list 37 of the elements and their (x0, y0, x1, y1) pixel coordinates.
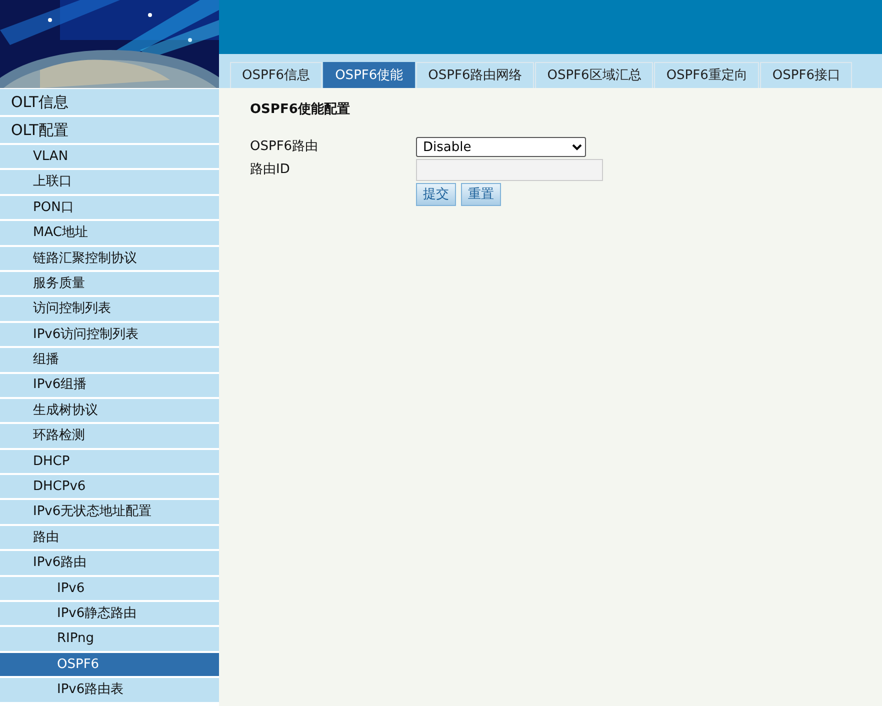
sidebar-item[interactable]: 生成树协议 (0, 398, 219, 422)
sidebar-item[interactable]: IPv6无状态地址配置 (0, 500, 219, 524)
select-field[interactable]: Disable (416, 137, 586, 157)
tab[interactable]: OSPF6区域汇总 (535, 62, 654, 88)
sidebar-item[interactable]: IPv6路由 (0, 551, 219, 575)
form-title: OSPF6使能配置 (250, 101, 351, 119)
tab[interactable]: OSPF6使能 (323, 62, 416, 88)
sidebar-item[interactable]: PON口 (0, 196, 219, 220)
sidebar-item[interactable]: OLT配置 (0, 117, 219, 143)
tab[interactable]: OSPF6路由网络 (416, 62, 534, 88)
sidebar-item[interactable]: MAC地址 (0, 221, 219, 245)
tab[interactable]: OSPF6信息 (230, 62, 322, 88)
sidebar-item[interactable]: OLT信息 (0, 89, 219, 115)
sidebar-item[interactable]: 环路检测 (0, 424, 219, 448)
sidebar-item[interactable]: 组播 (0, 348, 219, 372)
tab[interactable]: OSPF6重定向 (654, 62, 760, 88)
sidebar-item[interactable]: 访问控制列表 (0, 297, 219, 321)
sidebar-item[interactable]: 上联口 (0, 170, 219, 194)
sidebar-item[interactable]: RIPng (0, 627, 219, 651)
sidebar-item[interactable]: IPv6静态路由 (0, 602, 219, 626)
sidebar-item[interactable]: IPv6路由表 (0, 678, 219, 702)
sidebar-item[interactable]: VLAN (0, 145, 219, 168)
sidebar-item[interactable]: OSPF6 (0, 652, 219, 676)
form-button[interactable]: 提交 (416, 183, 456, 206)
sidebar-item[interactable]: 服务质量 (0, 272, 219, 296)
sidebar-item[interactable]: IPv6访问控制列表 (0, 322, 219, 346)
sidebar-item[interactable]: IPv6组播 (0, 374, 219, 397)
field-label: OSPF6路由 (250, 138, 320, 156)
input-field[interactable] (416, 159, 603, 181)
sidebar-item[interactable]: DHCPv6 (0, 475, 219, 498)
tab[interactable]: OSPF6接口 (760, 62, 852, 88)
sidebar-item[interactable]: 路由 (0, 526, 219, 550)
form-button[interactable]: 重置 (461, 183, 501, 206)
sidebar-item[interactable]: IPv6 (0, 576, 219, 600)
sidebar-item[interactable]: 链路汇聚控制协议 (0, 246, 219, 270)
sidebar-item[interactable]: DHCP (0, 450, 219, 474)
field-label: 路由ID (250, 161, 291, 180)
